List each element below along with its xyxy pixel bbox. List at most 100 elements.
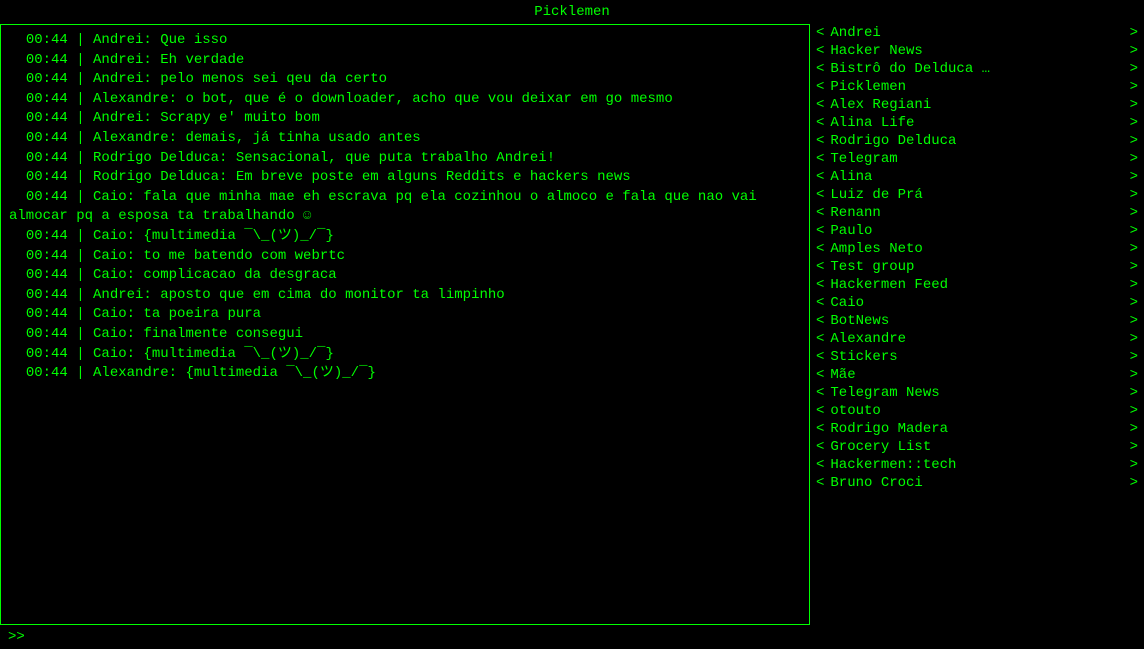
sidebar-arrow-right: >	[1130, 475, 1138, 491]
sidebar-arrow-left: <	[816, 457, 824, 473]
sidebar-contact-name: Telegram	[824, 151, 1129, 167]
sidebar-arrow-right: >	[1130, 313, 1138, 329]
sidebar-item[interactable]: <Test group>	[814, 258, 1140, 276]
sidebar-arrow-right: >	[1130, 151, 1138, 167]
sidebar-arrow-left: <	[816, 403, 824, 419]
sidebar-contact-name: Rodrigo Delduca	[824, 133, 1129, 149]
sidebar-arrow-left: <	[816, 187, 824, 203]
sidebar-contact-name: Luiz de Prá	[824, 187, 1129, 203]
sidebar-item[interactable]: <Mãe>	[814, 366, 1140, 384]
sidebar-contact-name: BotNews	[824, 313, 1129, 329]
sidebar-arrow-right: >	[1130, 115, 1138, 131]
sidebar-arrow-right: >	[1130, 187, 1138, 203]
sidebar-contact-name: Alexandre	[824, 331, 1129, 347]
sidebar-item[interactable]: <Alex Regiani>	[814, 96, 1140, 114]
sidebar-item[interactable]: <Rodrigo Delduca>	[814, 132, 1140, 150]
sidebar-item[interactable]: <Stickers>	[814, 348, 1140, 366]
sidebar-contact-name: Paulo	[824, 223, 1129, 239]
sidebar-item[interactable]: <Hackermen Feed>	[814, 276, 1140, 294]
sidebar-contact-name: Bistrô do Delduca …	[824, 61, 1129, 77]
sidebar-arrow-right: >	[1130, 403, 1138, 419]
sidebar-item[interactable]: <Andrei>	[814, 24, 1140, 42]
sidebar-arrow-right: >	[1130, 79, 1138, 95]
sidebar-arrow-right: >	[1130, 25, 1138, 41]
sidebar-arrow-left: <	[816, 61, 824, 77]
sidebar-arrow-left: <	[816, 295, 824, 311]
input-prompt: >>	[8, 629, 25, 645]
sidebar-arrow-right: >	[1130, 43, 1138, 59]
sidebar-item[interactable]: <otouto>	[814, 402, 1140, 420]
sidebar-contact-name: Andrei	[824, 25, 1129, 41]
sidebar-arrow-right: >	[1130, 457, 1138, 473]
sidebar-contact-name: Test group	[824, 259, 1129, 275]
sidebar-contact-name: Alex Regiani	[824, 97, 1129, 113]
sidebar-item[interactable]: <Luiz de Prá>	[814, 186, 1140, 204]
sidebar-item[interactable]: <Telegram News>	[814, 384, 1140, 402]
sidebar-arrow-left: <	[816, 475, 824, 491]
sidebar-item[interactable]: <Alina Life>	[814, 114, 1140, 132]
sidebar-contact-name: Mãe	[824, 367, 1129, 383]
sidebar-arrow-right: >	[1130, 169, 1138, 185]
sidebar-arrow-right: >	[1130, 97, 1138, 113]
sidebar-item[interactable]: <Bistrô do Delduca …>	[814, 60, 1140, 78]
sidebar-arrow-right: >	[1130, 385, 1138, 401]
sidebar-contact-name: Hackermen::tech	[824, 457, 1129, 473]
sidebar-arrow-right: >	[1130, 259, 1138, 275]
sidebar-item[interactable]: <Paulo>	[814, 222, 1140, 240]
sidebar-item[interactable]: <Alina>	[814, 168, 1140, 186]
sidebar-arrow-left: <	[816, 151, 824, 167]
sidebar-arrow-left: <	[816, 169, 824, 185]
sidebar-arrow-left: <	[816, 97, 824, 113]
chat-panel[interactable]: 00:44 | Andrei: Que isso 00:44 | Andrei:…	[0, 24, 810, 625]
sidebar-arrow-left: <	[816, 43, 824, 59]
sidebar-contact-name: Alina	[824, 169, 1129, 185]
sidebar-contact-name: Hacker News	[824, 43, 1129, 59]
header: Picklemen	[0, 0, 1144, 24]
main-layout: 00:44 | Andrei: Que isso 00:44 | Andrei:…	[0, 24, 1144, 625]
sidebar-item[interactable]: <Caio>	[814, 294, 1140, 312]
sidebar-contact-name: Caio	[824, 295, 1129, 311]
sidebar-item[interactable]: <Amples Neto>	[814, 240, 1140, 258]
sidebar-item[interactable]: <Bruno Croci>	[814, 474, 1140, 492]
sidebar-contact-name: Amples Neto	[824, 241, 1129, 257]
sidebar-contact-name: Stickers	[824, 349, 1129, 365]
sidebar-arrow-left: <	[816, 367, 824, 383]
sidebar-item[interactable]: <BotNews>	[814, 312, 1140, 330]
sidebar-contact-name: Alina Life	[824, 115, 1129, 131]
sidebar-contact-name: Hackermen Feed	[824, 277, 1129, 293]
sidebar-arrow-left: <	[816, 133, 824, 149]
sidebar-arrow-left: <	[816, 421, 824, 437]
sidebar-arrow-left: <	[816, 313, 824, 329]
input-bar: >>	[0, 625, 1144, 649]
sidebar-item[interactable]: <Rodrigo Madera>	[814, 420, 1140, 438]
sidebar-arrow-right: >	[1130, 331, 1138, 347]
sidebar-item[interactable]: <Hackermen::tech>	[814, 456, 1140, 474]
sidebar-contact-name: Grocery List	[824, 439, 1129, 455]
sidebar-item[interactable]: <Telegram>	[814, 150, 1140, 168]
sidebar-item[interactable]: <Grocery List>	[814, 438, 1140, 456]
sidebar-item[interactable]: <Hacker News>	[814, 42, 1140, 60]
sidebar-arrow-left: <	[816, 223, 824, 239]
sidebar-arrow-right: >	[1130, 421, 1138, 437]
header-title: Picklemen	[534, 4, 610, 20]
sidebar-item[interactable]: <Alexandre>	[814, 330, 1140, 348]
sidebar-arrow-right: >	[1130, 367, 1138, 383]
sidebar-item[interactable]: <Renann>	[814, 204, 1140, 222]
sidebar-arrow-right: >	[1130, 277, 1138, 293]
sidebar-arrow-right: >	[1130, 61, 1138, 77]
sidebar-arrow-left: <	[816, 331, 824, 347]
sidebar-arrow-right: >	[1130, 439, 1138, 455]
sidebar: <Andrei><Hacker News><Bistrô do Delduca …	[810, 24, 1144, 625]
sidebar-arrow-right: >	[1130, 133, 1138, 149]
sidebar-arrow-right: >	[1130, 349, 1138, 365]
sidebar-arrow-right: >	[1130, 241, 1138, 257]
sidebar-item[interactable]: <Picklemen>	[814, 78, 1140, 96]
sidebar-arrow-left: <	[816, 241, 824, 257]
sidebar-arrow-left: <	[816, 277, 824, 293]
sidebar-arrow-left: <	[816, 115, 824, 131]
sidebar-arrow-right: >	[1130, 295, 1138, 311]
sidebar-arrow-left: <	[816, 259, 824, 275]
sidebar-contact-name: Telegram News	[824, 385, 1129, 401]
sidebar-contact-name: Rodrigo Madera	[824, 421, 1129, 437]
sidebar-arrow-left: <	[816, 439, 824, 455]
